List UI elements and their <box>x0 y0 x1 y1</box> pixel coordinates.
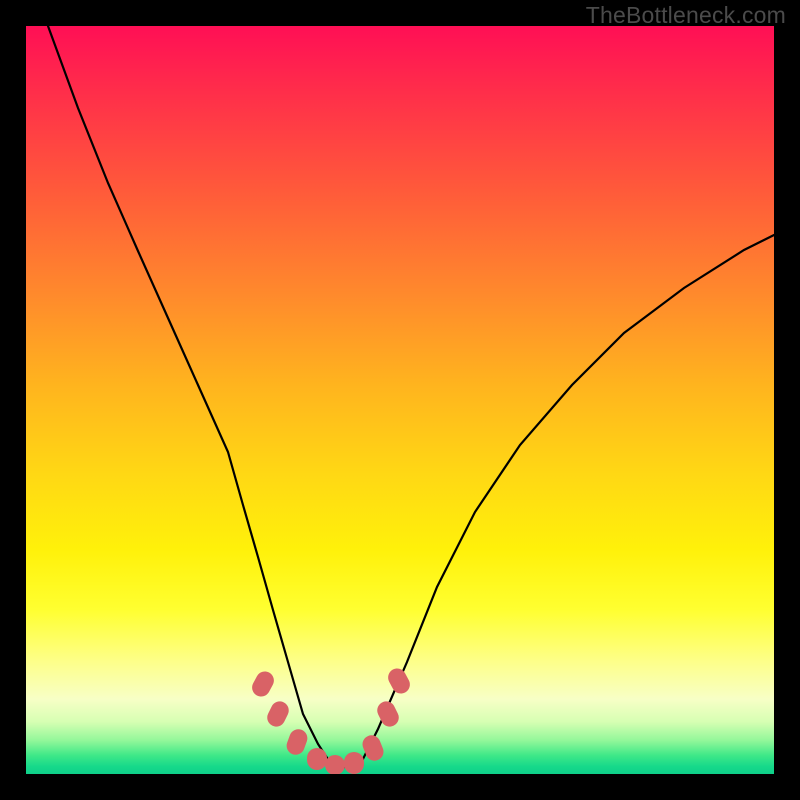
chart-frame: TheBottleneck.com <box>0 0 800 800</box>
plot-area <box>26 26 774 774</box>
optimal-range-markers <box>249 665 413 774</box>
watermark-text: TheBottleneck.com <box>586 2 786 29</box>
bottleneck-curve <box>48 26 774 767</box>
bottleneck-curve-svg <box>26 26 774 774</box>
